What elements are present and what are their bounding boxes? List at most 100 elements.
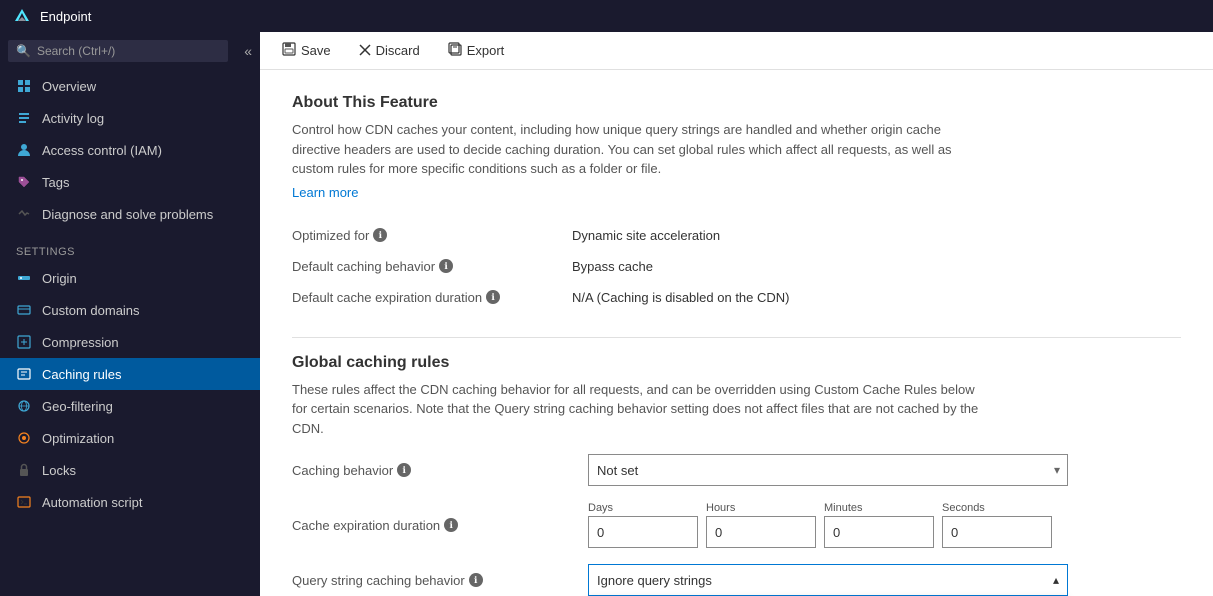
locks-icon bbox=[16, 462, 32, 478]
cache-expiration-label: Cache expiration duration ℹ bbox=[292, 518, 572, 533]
sidebar-item-label: Locks bbox=[42, 463, 76, 478]
sidebar-item-label: Automation script bbox=[42, 495, 142, 510]
query-string-dropdown-arrow: ▴ bbox=[1053, 573, 1059, 587]
sidebar-item-overview[interactable]: Overview bbox=[0, 70, 260, 102]
sidebar-item-activity-log[interactable]: Activity log bbox=[0, 102, 260, 134]
caching-behavior-dropdown-wrapper: Not set ▾ bbox=[588, 454, 1068, 486]
default-caching-info-icon[interactable]: ℹ bbox=[439, 259, 453, 273]
info-grid: Optimized for ℹ Dynamic site acceleratio… bbox=[292, 220, 1181, 313]
default-expiration-label: Default cache expiration duration ℹ bbox=[292, 282, 572, 313]
sidebar-item-optimization[interactable]: Optimization bbox=[0, 422, 260, 454]
discard-icon bbox=[359, 43, 371, 59]
days-group: Days bbox=[588, 502, 698, 548]
caching-behavior-label: Caching behavior ℹ bbox=[292, 463, 572, 478]
tags-icon bbox=[16, 174, 32, 190]
days-input[interactable] bbox=[588, 516, 698, 548]
toolbar: Save Discard Export bbox=[260, 32, 1213, 70]
default-expiration-value: N/A (Caching is disabled on the CDN) bbox=[572, 282, 1181, 313]
compression-icon bbox=[16, 334, 32, 350]
sidebar-item-geo-filtering[interactable]: Geo-filtering bbox=[0, 390, 260, 422]
sidebar-item-label: Optimization bbox=[42, 431, 114, 446]
query-string-row: Query string caching behavior ℹ Ignore q… bbox=[292, 564, 1181, 596]
caching-behavior-info-icon[interactable]: ℹ bbox=[397, 463, 411, 477]
seconds-label: Seconds bbox=[942, 502, 1052, 514]
caching-behavior-row: Caching behavior ℹ Not set ▾ bbox=[292, 454, 1181, 486]
hours-label: Hours bbox=[706, 502, 816, 514]
default-expiration-info-icon[interactable]: ℹ bbox=[486, 290, 500, 304]
discard-button[interactable]: Discard bbox=[353, 39, 426, 63]
sidebar-item-access-control[interactable]: Access control (IAM) bbox=[0, 134, 260, 166]
days-label: Days bbox=[588, 502, 698, 514]
about-section: About This Feature Control how CDN cache… bbox=[292, 94, 1181, 220]
learn-more-link[interactable]: Learn more bbox=[292, 185, 358, 200]
access-control-icon bbox=[16, 142, 32, 158]
query-string-dropdown-wrapper: Ignore query strings ▴ Ignore query stri… bbox=[588, 564, 1068, 596]
sidebar-item-label: Activity log bbox=[42, 111, 104, 126]
sidebar-item-origin[interactable]: Origin bbox=[0, 262, 260, 294]
query-string-label: Query string caching behavior ℹ bbox=[292, 573, 572, 588]
sidebar-item-label: Custom domains bbox=[42, 303, 140, 318]
overview-icon bbox=[16, 78, 32, 94]
sidebar-item-label: Diagnose and solve problems bbox=[42, 207, 213, 222]
sidebar-item-compression[interactable]: Compression bbox=[0, 326, 260, 358]
export-icon bbox=[448, 42, 462, 59]
sidebar-item-diagnose[interactable]: Diagnose and solve problems bbox=[0, 198, 260, 230]
caching-rules-icon bbox=[16, 366, 32, 382]
sidebar-item-tags[interactable]: Tags bbox=[0, 166, 260, 198]
discard-label: Discard bbox=[376, 43, 420, 58]
top-bar: Endpoint bbox=[0, 0, 1213, 32]
minutes-group: Minutes bbox=[824, 502, 934, 548]
minutes-input[interactable] bbox=[824, 516, 934, 548]
optimized-for-info-icon[interactable]: ℹ bbox=[373, 228, 387, 242]
hours-group: Hours bbox=[706, 502, 816, 548]
duration-fields: Days Hours Minutes Seconds bbox=[588, 502, 1052, 548]
sidebar-item-label: Origin bbox=[42, 271, 77, 286]
global-caching-section: Global caching rules These rules affect … bbox=[292, 354, 1181, 596]
main-content: About This Feature Control how CDN cache… bbox=[260, 70, 1213, 596]
cache-expiration-info-icon[interactable]: ℹ bbox=[444, 518, 458, 532]
custom-domains-icon bbox=[16, 302, 32, 318]
settings-section-label: SETTINGS bbox=[0, 230, 260, 262]
geo-filtering-icon bbox=[16, 398, 32, 414]
sidebar: 🔍 « Overview Activity log Access control… bbox=[0, 32, 260, 596]
optimized-for-label: Optimized for ℹ bbox=[292, 220, 572, 251]
hours-input[interactable] bbox=[706, 516, 816, 548]
seconds-group: Seconds bbox=[942, 502, 1052, 548]
sidebar-item-label: Tags bbox=[42, 175, 69, 190]
save-label: Save bbox=[301, 43, 331, 58]
default-caching-value: Bypass cache bbox=[572, 251, 1181, 282]
search-icon: 🔍 bbox=[16, 44, 31, 58]
sidebar-item-locks[interactable]: Locks bbox=[0, 454, 260, 486]
automation-script-icon bbox=[16, 494, 32, 510]
about-description: Control how CDN caches your content, inc… bbox=[292, 120, 992, 179]
global-caching-description: These rules affect the CDN caching behav… bbox=[292, 380, 992, 439]
caching-behavior-select[interactable]: Not set bbox=[588, 454, 1068, 486]
sidebar-item-label: Overview bbox=[42, 79, 96, 94]
query-string-info-icon[interactable]: ℹ bbox=[469, 573, 483, 587]
sidebar-item-custom-domains[interactable]: Custom domains bbox=[0, 294, 260, 326]
collapse-button[interactable]: « bbox=[236, 39, 260, 63]
sidebar-item-caching-rules[interactable]: Caching rules bbox=[0, 358, 260, 390]
save-button[interactable]: Save bbox=[276, 38, 337, 63]
origin-icon bbox=[16, 270, 32, 286]
export-label: Export bbox=[467, 43, 505, 58]
about-title: About This Feature bbox=[292, 94, 1181, 112]
content-area: Save Discard Export About This Feature C… bbox=[260, 32, 1213, 596]
default-caching-label: Default caching behavior ℹ bbox=[292, 251, 572, 282]
sidebar-item-label: Caching rules bbox=[42, 367, 122, 382]
export-button[interactable]: Export bbox=[442, 38, 511, 63]
query-string-dropdown-trigger[interactable]: Ignore query strings ▴ bbox=[588, 564, 1068, 596]
app-title: Endpoint bbox=[40, 9, 91, 24]
query-string-current-value: Ignore query strings bbox=[597, 573, 712, 588]
sidebar-item-label: Access control (IAM) bbox=[42, 143, 162, 158]
optimization-icon bbox=[16, 430, 32, 446]
azure-logo bbox=[12, 6, 32, 26]
activity-log-icon bbox=[16, 110, 32, 126]
cache-expiration-row: Cache expiration duration ℹ Days Hours bbox=[292, 502, 1181, 548]
search-input[interactable] bbox=[37, 44, 220, 58]
sidebar-item-automation-script[interactable]: Automation script bbox=[0, 486, 260, 518]
optimized-for-value: Dynamic site acceleration bbox=[572, 220, 1181, 251]
seconds-input[interactable] bbox=[942, 516, 1052, 548]
diagnose-icon bbox=[16, 206, 32, 222]
sidebar-search-box[interactable]: 🔍 bbox=[8, 40, 228, 62]
